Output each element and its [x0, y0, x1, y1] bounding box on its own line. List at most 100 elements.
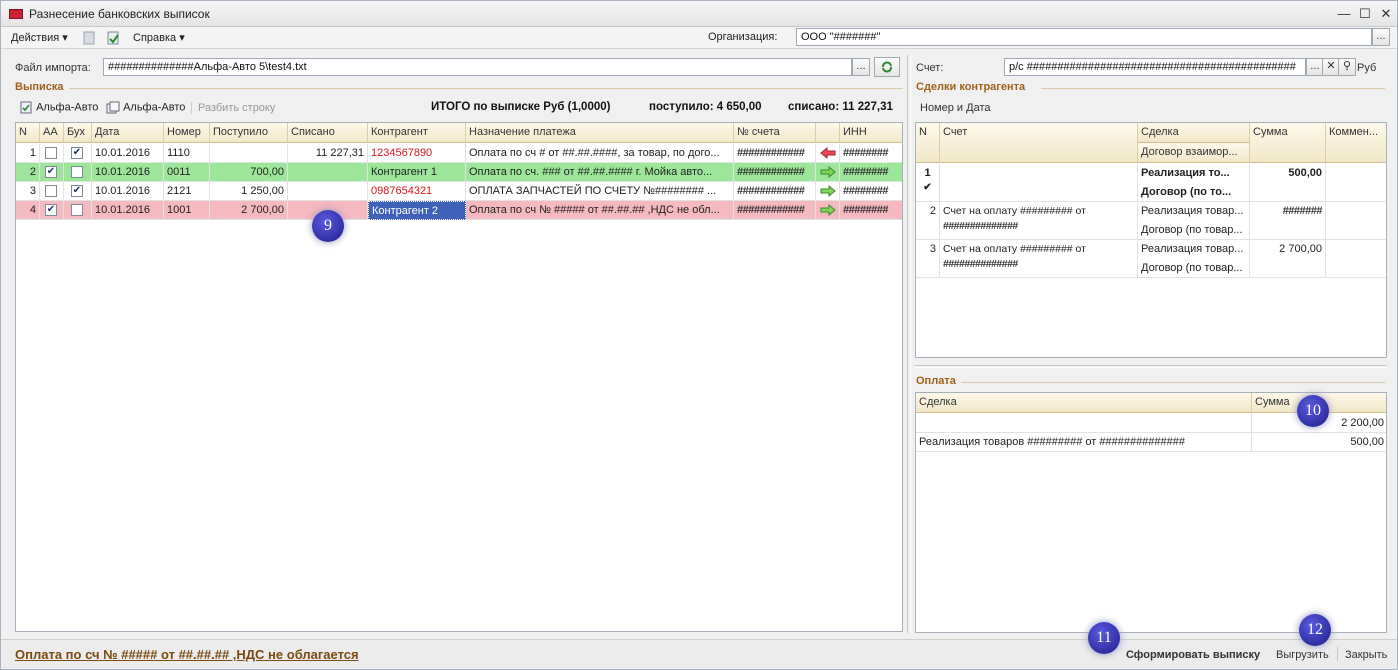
- deals-col-contract[interactable]: Договор взаимор...: [1138, 143, 1250, 163]
- col-counterparty[interactable]: Контрагент: [368, 123, 466, 143]
- horizontal-splitter[interactable]: [915, 365, 1387, 368]
- close-button[interactable]: Закрыть: [1345, 649, 1387, 661]
- deals-deal-text: Реализация товар...: [1141, 243, 1244, 255]
- cell-spent: [288, 163, 368, 182]
- deals-col-sum[interactable]: Сумма: [1250, 123, 1326, 163]
- payment-col-deal[interactable]: Сделка: [916, 393, 1252, 413]
- form-statement-button[interactable]: Сформировать выписку: [1126, 649, 1260, 661]
- aa-checkbox[interactable]: [45, 147, 57, 159]
- cell-account: ############: [734, 182, 816, 201]
- org-select-button[interactable]: ...: [1372, 28, 1390, 46]
- payment-row[interactable]: Реализация товаров ######### от ########…: [916, 433, 1386, 452]
- cell-aa: ✔: [40, 163, 64, 182]
- col-number[interactable]: Номер: [164, 123, 210, 143]
- cell-inn: ########: [840, 201, 902, 220]
- org-label: Организация:: [708, 31, 778, 43]
- payment-section-line: [961, 382, 1385, 383]
- cell-buh: ✔: [64, 144, 92, 163]
- import-path-field[interactable]: ##############Альфа-Авто 5\test4.txt: [103, 58, 852, 76]
- cell-number: 1001: [164, 201, 210, 220]
- cell-direction: [816, 144, 840, 163]
- actions-menu[interactable]: Действия ▾: [11, 31, 68, 44]
- tb-alfa-button-2[interactable]: Альфа-Авто: [106, 101, 185, 114]
- cell-counterparty: 0987654321: [368, 182, 466, 201]
- doc-copy-icon: [106, 101, 120, 114]
- split-row-button[interactable]: Разбить строку: [191, 102, 275, 114]
- aa-checkbox[interactable]: ✔: [45, 204, 57, 216]
- deals-cell-deal: Реализация то... Договор (по то...: [1138, 164, 1250, 202]
- deals-col-comment[interactable]: Коммен...: [1326, 123, 1386, 163]
- vertical-splitter[interactable]: [907, 55, 911, 633]
- org-field[interactable]: ООО "#######": [796, 28, 1372, 46]
- deals-cell-account: Счет на оплату ######### от #############…: [940, 240, 1138, 278]
- col-inn[interactable]: ИНН: [840, 123, 902, 143]
- spent-total: списано: 11 227,31: [788, 101, 893, 113]
- status-purpose-text: Оплата по сч № ##### от ##.##.## ,НДС не…: [15, 647, 359, 662]
- payment-cell-deal: Реализация товаров ######### от ########…: [916, 433, 1252, 452]
- col-buh[interactable]: Бух: [64, 123, 92, 143]
- account-field[interactable]: р/с ####################################…: [1004, 58, 1306, 76]
- buh-checkbox[interactable]: ✔: [71, 147, 83, 159]
- import-icon[interactable]: [105, 30, 121, 46]
- col-n[interactable]: N: [16, 123, 40, 143]
- document-icon[interactable]: [81, 30, 97, 46]
- tb-alfa-button-1[interactable]: Альфа-Авто: [19, 101, 98, 114]
- buh-checkbox[interactable]: ✔: [71, 185, 83, 197]
- col-aa[interactable]: АА: [40, 123, 64, 143]
- export-button[interactable]: Выгрузить: [1276, 649, 1329, 661]
- cell-purpose: Оплата по сч # от ##.##.####, за товар, …: [466, 144, 734, 163]
- deals-account-line1: Счет на оплату ######### от: [943, 243, 1086, 255]
- cell-aa: [40, 182, 64, 201]
- deals-contract-text: Договор (по товар...: [1141, 262, 1243, 274]
- deals-sort-label[interactable]: Номер и Дата: [920, 102, 990, 114]
- aa-checkbox[interactable]: [45, 185, 57, 197]
- col-spent[interactable]: Списано: [288, 123, 368, 143]
- deals-row[interactable]: 3 Счет на оплату ######### от ###########…: [916, 240, 1386, 278]
- deals-row[interactable]: 1 ✔ Реализация то... Договор (по то... 500…: [916, 164, 1386, 202]
- maximize-icon[interactable]: ☐: [1356, 5, 1374, 23]
- col-account[interactable]: № счета: [734, 123, 816, 143]
- deals-grid: N Счет Сделка Договор взаимор... Сумма К…: [915, 122, 1387, 358]
- col-purpose[interactable]: Назначение платежа: [466, 123, 734, 143]
- callout-badge-11: 11: [1088, 622, 1120, 654]
- menu-bar: Действия ▾ Справка ▾ Организация: ООО "#…: [1, 27, 1397, 49]
- incoming-arrow-icon: [820, 204, 836, 216]
- cell-counterparty-selected[interactable]: Контрагент 2: [368, 201, 466, 220]
- deals-col-deal[interactable]: Сделка: [1138, 123, 1250, 143]
- cell-buh: [64, 201, 92, 220]
- table-row[interactable]: 3 ✔ 10.01.2016 2121 1 250,00 0987654321 …: [16, 182, 902, 201]
- close-icon[interactable]: ✕: [1377, 5, 1395, 23]
- col-date[interactable]: Дата: [92, 123, 164, 143]
- main-window: Разнесение банковских выписок — ☐ ✕ Дейс…: [0, 0, 1398, 670]
- cell-buh: [64, 163, 92, 182]
- minimize-icon[interactable]: —: [1335, 5, 1353, 23]
- table-row[interactable]: 4 ✔ 10.01.2016 1001 2 700,00 Контрагент …: [16, 201, 902, 220]
- deals-section-line: [1041, 88, 1385, 89]
- cell-direction: [816, 163, 840, 182]
- buh-checkbox[interactable]: [71, 204, 83, 216]
- cell-number: 0011: [164, 163, 210, 182]
- aa-checkbox[interactable]: ✔: [45, 166, 57, 178]
- col-direction[interactable]: [816, 123, 840, 143]
- deals-cell-account: Счет на оплату ######### от #############…: [940, 202, 1138, 240]
- table-row[interactable]: 2 ✔ 10.01.2016 0011 700,00 Контрагент 1 …: [16, 163, 902, 182]
- deals-col-account[interactable]: Счет: [940, 123, 1138, 163]
- deals-row[interactable]: 2 Счет на оплату ######### от ###########…: [916, 202, 1386, 240]
- deals-deal-text: Реализация то...: [1141, 167, 1230, 179]
- footer-divider: [1337, 647, 1338, 661]
- outgoing-arrow-icon: [820, 147, 836, 159]
- cell-inn: ########: [840, 163, 902, 182]
- received-total: поступило: 4 650,00: [649, 101, 762, 113]
- import-browse-button[interactable]: ...: [852, 58, 870, 76]
- refresh-button[interactable]: [874, 57, 900, 77]
- account-search-icon[interactable]: ⚲: [1338, 58, 1356, 76]
- deals-cell-deal: Реализация товар... Договор (по товар...: [1138, 240, 1250, 278]
- help-menu[interactable]: Справка ▾: [133, 31, 185, 44]
- buh-checkbox[interactable]: [71, 166, 83, 178]
- table-row[interactable]: 1 ✔ 10.01.2016 1110 11 227,31 1234567890…: [16, 144, 902, 163]
- deals-cell-comment: [1326, 202, 1386, 240]
- cell-counterparty: Контрагент 1: [368, 163, 466, 182]
- cell-received: 1 250,00: [210, 182, 288, 201]
- col-received[interactable]: Поступило: [210, 123, 288, 143]
- deals-col-n[interactable]: N: [916, 123, 940, 163]
